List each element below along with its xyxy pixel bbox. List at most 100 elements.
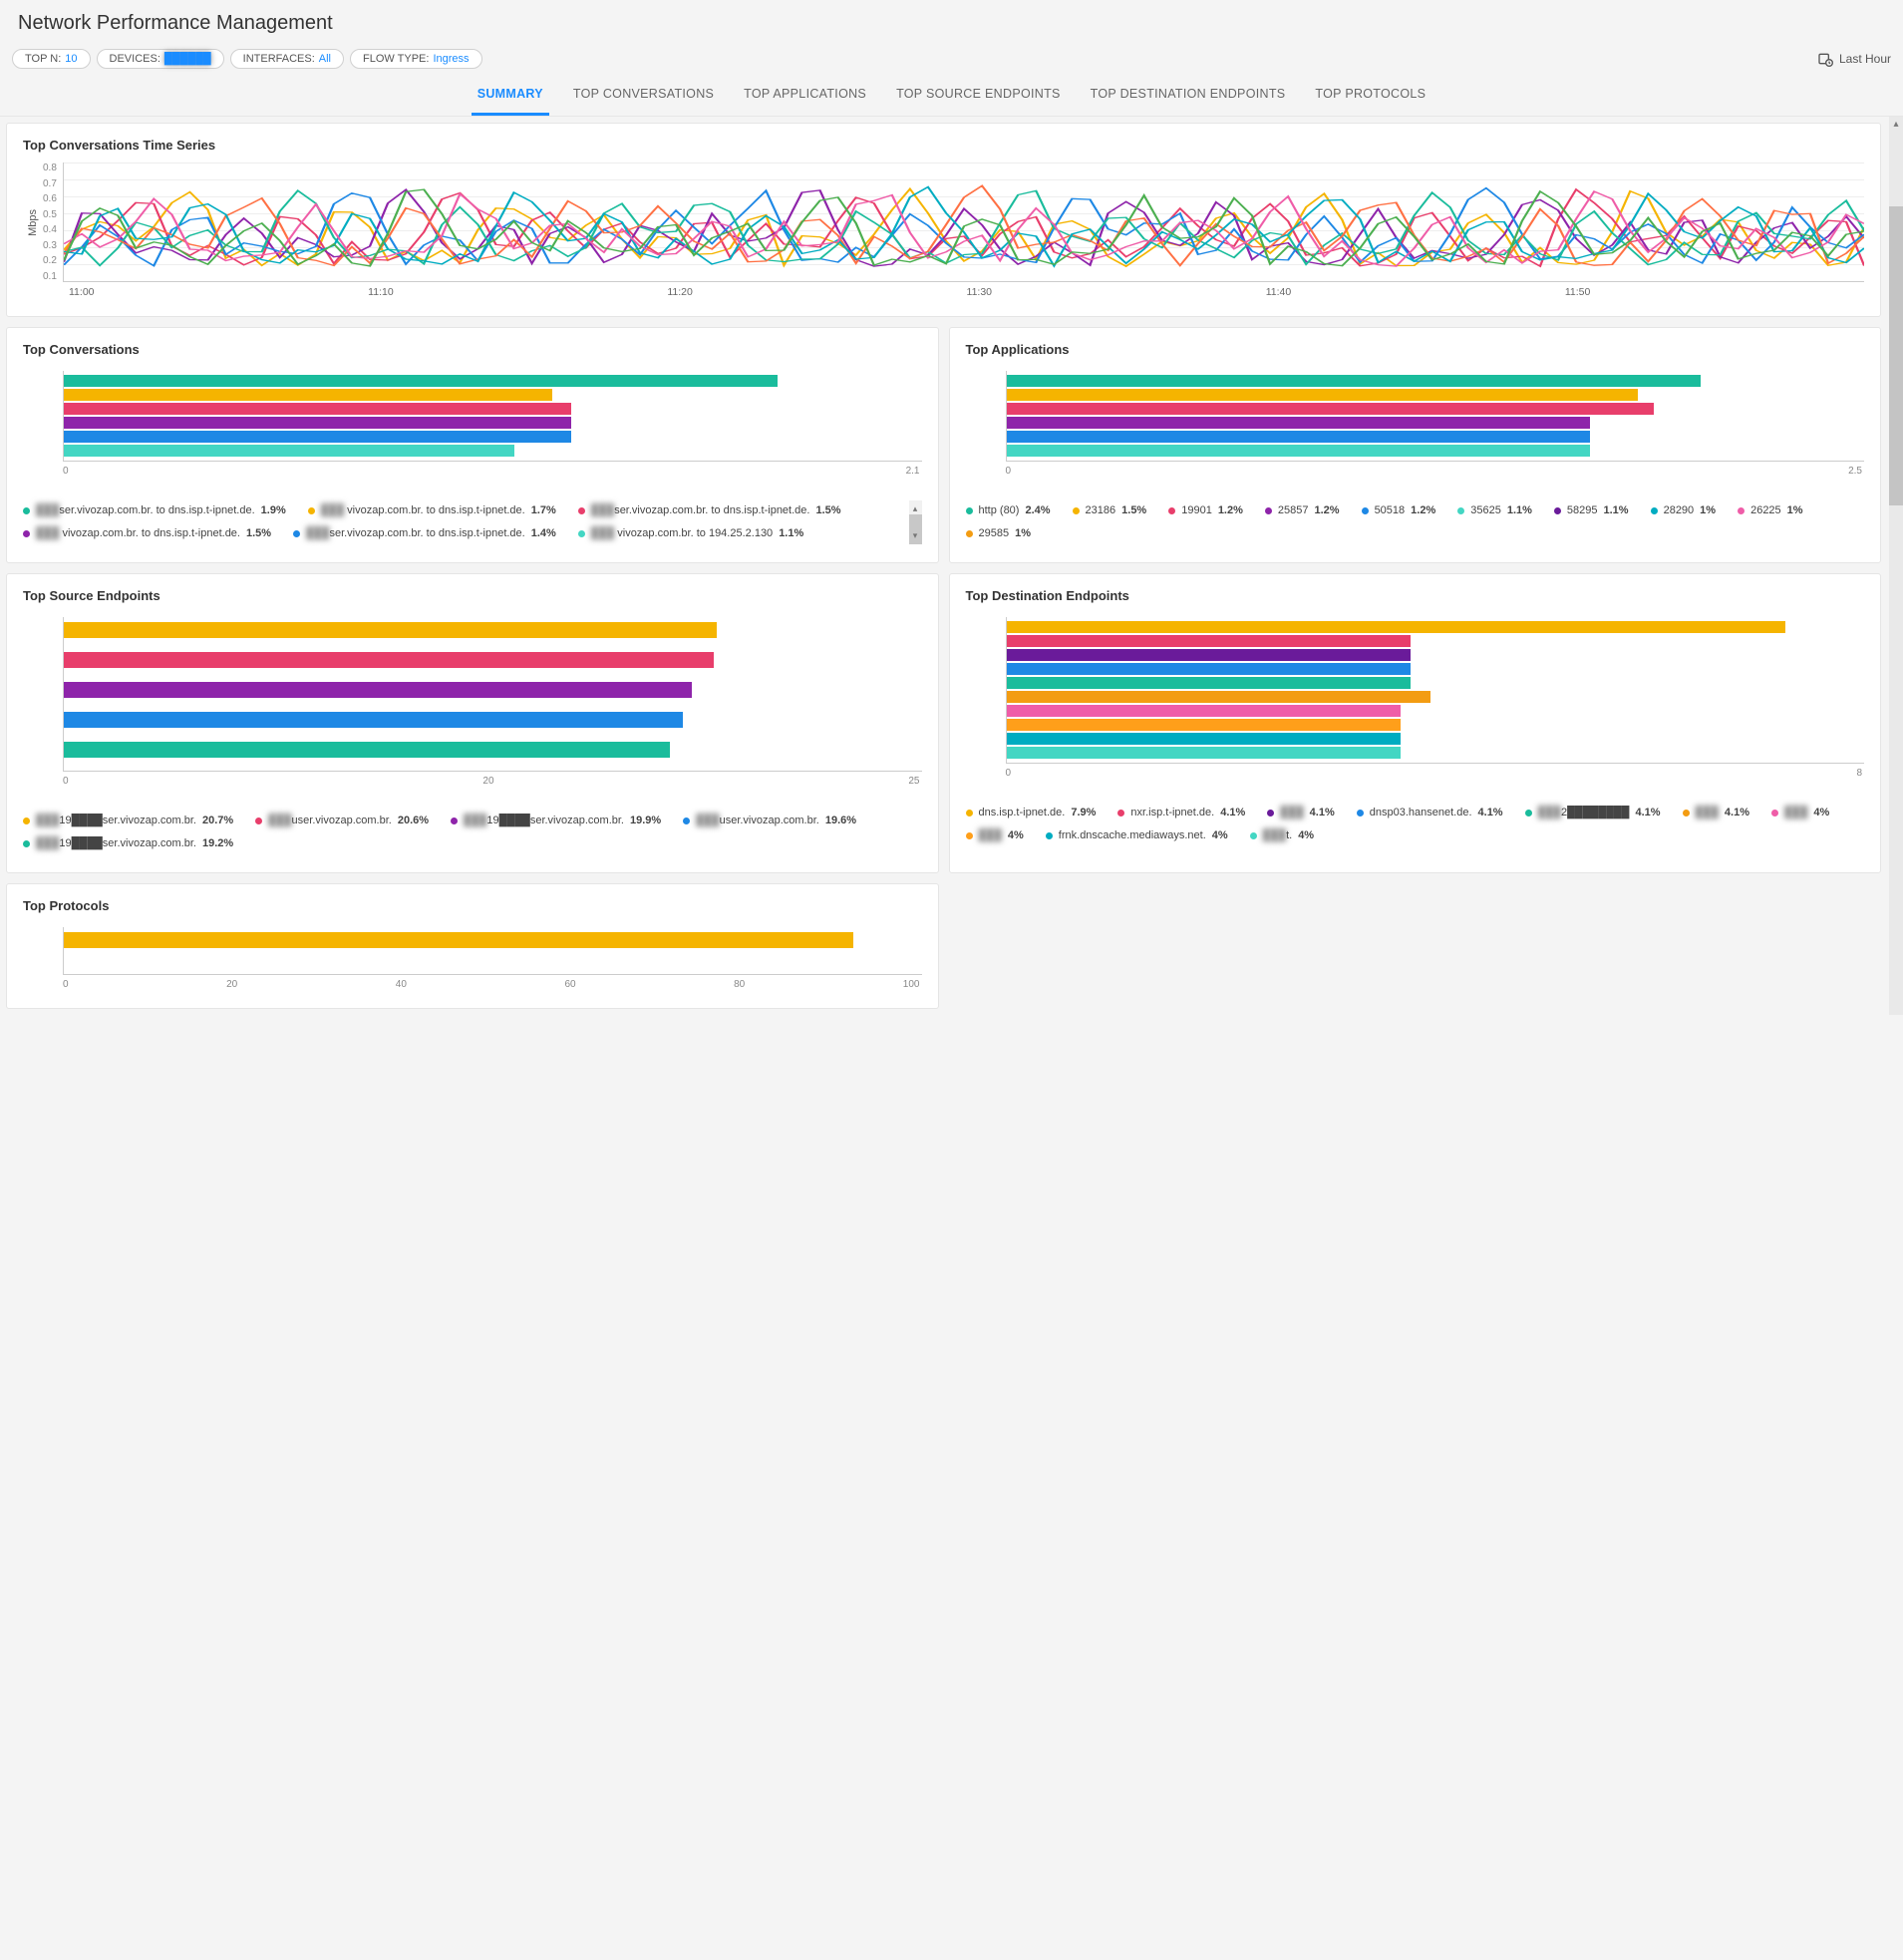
- legend-item[interactable]: 50518 1.2%: [1362, 500, 1436, 521]
- legend-label: http (80): [979, 500, 1020, 521]
- hbar-segment[interactable]: [1007, 719, 1402, 731]
- legend-item[interactable]: 25857 1.2%: [1265, 500, 1340, 521]
- legend-item[interactable]: ███19████ser.vivozap.com.br. 19.2%: [23, 833, 233, 854]
- legend-item[interactable]: ███user.vivozap.com.br. 19.6%: [683, 811, 856, 831]
- filter-topn[interactable]: TOP N: 10: [12, 49, 91, 69]
- legend-item[interactable]: 19901 1.2%: [1168, 500, 1243, 521]
- legend-pct: 19.9%: [630, 811, 661, 831]
- hbar-chart[interactable]: [1006, 617, 1865, 764]
- legend-item[interactable]: nxr.isp.t-ipnet.de. 4.1%: [1117, 803, 1245, 823]
- hbar-segment[interactable]: [64, 445, 514, 457]
- legend-item[interactable]: ███ vivozap.com.br. to dns.isp.t-ipnet.d…: [308, 500, 556, 521]
- hbar-chart[interactable]: [1006, 371, 1865, 462]
- tab-top-source-endpoints[interactable]: TOP SOURCE ENDPOINTS: [890, 75, 1067, 116]
- legend-item[interactable]: 29585 1%: [966, 523, 1032, 544]
- hbar-chart[interactable]: [63, 927, 922, 975]
- hbar-segment[interactable]: [1007, 691, 1431, 703]
- legend-item[interactable]: ███ vivozap.com.br. to dns.isp.t-ipnet.d…: [23, 523, 271, 544]
- hbar-segment[interactable]: [1007, 677, 1412, 689]
- legend-label: 19901: [1181, 500, 1212, 521]
- hbar-segment[interactable]: [64, 431, 571, 443]
- hbar-segment[interactable]: [1007, 389, 1638, 401]
- legend-item[interactable]: 35625 1.1%: [1457, 500, 1532, 521]
- tab-top-conversations[interactable]: TOP CONVERSATIONS: [567, 75, 720, 116]
- legend-item[interactable]: ███ser.vivozap.com.br. to dns.isp.t-ipne…: [23, 500, 286, 521]
- tab-top-destination-endpoints[interactable]: TOP DESTINATION ENDPOINTS: [1085, 75, 1292, 116]
- hbar-segment[interactable]: [64, 375, 778, 387]
- hbar-segment[interactable]: [64, 417, 571, 429]
- legend-item[interactable]: ███ vivozap.com.br. to 194.25.2.130 1.1%: [578, 523, 803, 544]
- legend-item[interactable]: dns.isp.t-ipnet.de. 7.9%: [966, 803, 1097, 823]
- hbar-segment[interactable]: [1007, 375, 1702, 387]
- legend-item[interactable]: 23186 1.5%: [1073, 500, 1147, 521]
- legend-item[interactable]: ███ser.vivozap.com.br. to dns.isp.t-ipne…: [578, 500, 841, 521]
- hbar-segment[interactable]: [64, 652, 714, 668]
- legend-pct: 1.7%: [531, 500, 556, 521]
- legend-item[interactable]: ███ 4.1%: [1267, 803, 1334, 823]
- hbar-segment[interactable]: [1007, 705, 1402, 717]
- hbar-segment[interactable]: [64, 712, 683, 728]
- legend-pct: 4%: [1212, 825, 1228, 846]
- legend-item[interactable]: frnk.dnscache.mediaways.net. 4%: [1046, 825, 1228, 846]
- page-scrollbar-thumb[interactable]: [1889, 206, 1903, 505]
- hbar-segment[interactable]: [64, 932, 853, 948]
- filter-devices[interactable]: DEVICES: ██████: [97, 49, 224, 69]
- legend-item[interactable]: ███19████ser.vivozap.com.br. 20.7%: [23, 811, 233, 831]
- legend-dot-icon: [1267, 810, 1274, 817]
- legend-label: ███19████ser.vivozap.com.br.: [36, 833, 196, 854]
- hbar-segment[interactable]: [64, 403, 571, 415]
- hbar-segment[interactable]: [1007, 663, 1412, 675]
- legend-scrollbar[interactable]: ▴▾: [909, 500, 922, 544]
- filter-topn-value: 10: [65, 53, 77, 65]
- legend-item[interactable]: ███ 4%: [966, 825, 1024, 846]
- hbar-chart[interactable]: [63, 371, 922, 462]
- legend-item[interactable]: 28290 1%: [1651, 500, 1717, 521]
- filter-flowtype[interactable]: FLOW TYPE: Ingress: [350, 49, 482, 69]
- hbar-segment[interactable]: [1007, 403, 1654, 415]
- legend-item[interactable]: ███t. 4%: [1250, 825, 1314, 846]
- time-range-picker[interactable]: Last Hour: [1817, 51, 1891, 67]
- legend-dot-icon: [293, 530, 300, 537]
- legend-pct: 1%: [1700, 500, 1716, 521]
- hbar-segment[interactable]: [1007, 621, 1786, 633]
- legend: dns.isp.t-ipnet.de. 7.9% nxr.isp.t-ipnet.…: [966, 803, 1865, 846]
- legend-item[interactable]: 58295 1.1%: [1554, 500, 1629, 521]
- hbar-chart[interactable]: [63, 617, 922, 772]
- ts-plot-area[interactable]: [63, 163, 1864, 282]
- hbar-segment[interactable]: [64, 742, 670, 758]
- legend-item[interactable]: ███ 4%: [1771, 803, 1829, 823]
- legend-label: dns.isp.t-ipnet.de.: [979, 803, 1066, 823]
- panel-title: Top Destination Endpoints: [966, 588, 1865, 603]
- legend-label: ███: [979, 825, 1002, 846]
- hbar-segment[interactable]: [1007, 747, 1402, 759]
- hbar-segment[interactable]: [64, 682, 692, 698]
- legend-item[interactable]: ███user.vivozap.com.br. 20.6%: [255, 811, 429, 831]
- hbar-segment[interactable]: [1007, 635, 1412, 647]
- legend-pct: 19.2%: [202, 833, 233, 854]
- hbar-segment[interactable]: [1007, 733, 1402, 745]
- scroll-up-icon[interactable]: ▴: [1891, 119, 1901, 129]
- legend-item[interactable]: http (80) 2.4%: [966, 500, 1051, 521]
- filter-devices-label: DEVICES:: [110, 53, 160, 65]
- legend-label: ███ser.vivozap.com.br. to dns.isp.t-ipne…: [591, 500, 810, 521]
- legend-item[interactable]: dnsp03.hansenet.de. 4.1%: [1357, 803, 1503, 823]
- hbar-segment[interactable]: [64, 622, 717, 638]
- legend-item[interactable]: ███2████████ 4.1%: [1525, 803, 1661, 823]
- scroll-down-icon[interactable]: ▾: [909, 527, 922, 544]
- hbar-segment[interactable]: [1007, 417, 1591, 429]
- hbar-segment[interactable]: [64, 389, 552, 401]
- legend-label: nxr.isp.t-ipnet.de.: [1130, 803, 1214, 823]
- tab-top-protocols[interactable]: TOP PROTOCOLS: [1309, 75, 1431, 116]
- legend-item[interactable]: 26225 1%: [1738, 500, 1803, 521]
- tab-summary[interactable]: SUMMARY: [472, 75, 549, 116]
- legend-item[interactable]: ███ser.vivozap.com.br. to dns.isp.t-ipne…: [293, 523, 556, 544]
- legend-item[interactable]: ███19████ser.vivozap.com.br. 19.9%: [451, 811, 661, 831]
- filter-devices-value: ██████: [164, 53, 211, 65]
- hbar-segment[interactable]: [1007, 431, 1591, 443]
- filter-topn-label: TOP N:: [25, 53, 61, 65]
- filter-interfaces[interactable]: INTERFACES: All: [230, 49, 344, 69]
- hbar-segment[interactable]: [1007, 445, 1591, 457]
- legend-item[interactable]: ███ 4.1%: [1683, 803, 1749, 823]
- tab-top-applications[interactable]: TOP APPLICATIONS: [738, 75, 872, 116]
- hbar-segment[interactable]: [1007, 649, 1412, 661]
